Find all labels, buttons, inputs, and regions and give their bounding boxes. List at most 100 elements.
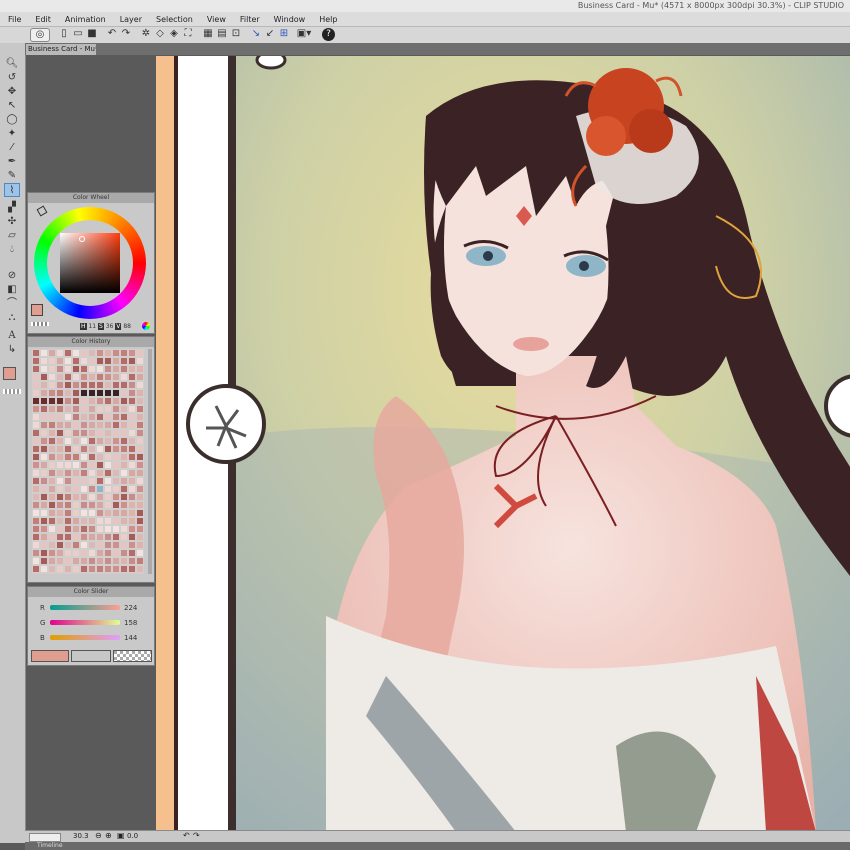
history-swatch[interactable] bbox=[80, 445, 88, 453]
history-swatch[interactable] bbox=[64, 461, 72, 469]
history-swatch[interactable] bbox=[112, 485, 120, 493]
history-swatch[interactable] bbox=[80, 421, 88, 429]
history-swatch[interactable] bbox=[96, 445, 104, 453]
history-swatch[interactable] bbox=[80, 453, 88, 461]
history-swatch[interactable] bbox=[64, 437, 72, 445]
history-swatch[interactable] bbox=[104, 485, 112, 493]
history-swatch[interactable] bbox=[104, 373, 112, 381]
history-swatch[interactable] bbox=[112, 405, 120, 413]
history-swatch[interactable] bbox=[120, 461, 128, 469]
zoom-out-icon[interactable]: ⊖ bbox=[95, 831, 102, 840]
history-swatch[interactable] bbox=[104, 493, 112, 501]
history-swatch[interactable] bbox=[136, 477, 144, 485]
history-swatch[interactable] bbox=[96, 485, 104, 493]
history-swatch[interactable] bbox=[136, 397, 144, 405]
history-swatch[interactable] bbox=[112, 445, 120, 453]
history-swatch[interactable] bbox=[40, 373, 48, 381]
history-swatch[interactable] bbox=[72, 549, 80, 557]
history-swatch[interactable] bbox=[120, 493, 128, 501]
history-swatch[interactable] bbox=[72, 493, 80, 501]
history-swatch[interactable] bbox=[64, 469, 72, 477]
history-swatch[interactable] bbox=[120, 541, 128, 549]
history-swatch[interactable] bbox=[112, 373, 120, 381]
history-swatch[interactable] bbox=[136, 421, 144, 429]
history-swatch[interactable] bbox=[136, 541, 144, 549]
history-swatch[interactable] bbox=[64, 485, 72, 493]
b-value[interactable]: 144 bbox=[124, 633, 137, 643]
history-swatch[interactable] bbox=[120, 501, 128, 509]
history-swatch[interactable] bbox=[112, 421, 120, 429]
history-swatch[interactable] bbox=[32, 509, 40, 517]
history-swatch[interactable] bbox=[72, 517, 80, 525]
history-swatch[interactable] bbox=[56, 549, 64, 557]
history-swatch[interactable] bbox=[104, 413, 112, 421]
saturation-value[interactable]: 36 bbox=[106, 323, 114, 330]
history-swatch[interactable] bbox=[72, 501, 80, 509]
history-swatch[interactable] bbox=[40, 397, 48, 405]
history-swatch[interactable] bbox=[72, 469, 80, 477]
history-swatch[interactable] bbox=[96, 541, 104, 549]
history-swatch[interactable] bbox=[32, 445, 40, 453]
history-swatch[interactable] bbox=[112, 437, 120, 445]
history-swatch[interactable] bbox=[120, 349, 128, 357]
history-swatch[interactable] bbox=[64, 397, 72, 405]
history-swatch[interactable] bbox=[32, 437, 40, 445]
brightness-value[interactable]: 88 bbox=[123, 323, 131, 330]
fill-tool-icon[interactable]: ⊘ bbox=[4, 269, 20, 283]
history-swatch[interactable] bbox=[80, 541, 88, 549]
history-swatch[interactable] bbox=[48, 413, 56, 421]
color-mode-icon[interactable] bbox=[142, 322, 150, 330]
history-swatch[interactable] bbox=[136, 445, 144, 453]
history-swatch[interactable] bbox=[112, 381, 120, 389]
history-swatch[interactable] bbox=[128, 509, 136, 517]
snap-to-grid-icon[interactable]: ⊞ bbox=[278, 28, 290, 40]
history-swatch[interactable] bbox=[48, 533, 56, 541]
history-swatch[interactable] bbox=[112, 357, 120, 365]
history-swatch[interactable] bbox=[104, 517, 112, 525]
history-swatch[interactable] bbox=[128, 517, 136, 525]
history-swatch[interactable] bbox=[104, 525, 112, 533]
history-swatch[interactable] bbox=[48, 349, 56, 357]
history-swatch[interactable] bbox=[40, 549, 48, 557]
history-swatch[interactable] bbox=[80, 429, 88, 437]
history-swatch[interactable] bbox=[80, 365, 88, 373]
history-swatch[interactable] bbox=[48, 381, 56, 389]
history-swatch[interactable] bbox=[32, 501, 40, 509]
history-swatch[interactable] bbox=[64, 517, 72, 525]
history-swatch[interactable] bbox=[72, 541, 80, 549]
zoom-tool-icon[interactable]: 🔍︎ bbox=[4, 57, 20, 71]
history-swatch[interactable] bbox=[128, 445, 136, 453]
history-swatch[interactable] bbox=[136, 453, 144, 461]
history-swatch[interactable] bbox=[48, 357, 56, 365]
history-swatch[interactable] bbox=[128, 565, 136, 573]
history-swatch[interactable] bbox=[120, 453, 128, 461]
history-swatch[interactable] bbox=[64, 477, 72, 485]
g-value[interactable]: 158 bbox=[124, 618, 137, 628]
history-swatch[interactable] bbox=[40, 381, 48, 389]
saturation-value-square[interactable] bbox=[60, 233, 120, 293]
timeline-label[interactable]: Timeline bbox=[37, 842, 63, 850]
history-swatch[interactable] bbox=[104, 437, 112, 445]
history-swatch[interactable] bbox=[96, 413, 104, 421]
history-swatch[interactable] bbox=[80, 565, 88, 573]
history-swatch[interactable] bbox=[72, 509, 80, 517]
history-swatch[interactable] bbox=[104, 501, 112, 509]
history-swatch[interactable] bbox=[88, 445, 96, 453]
history-swatch[interactable] bbox=[80, 381, 88, 389]
history-swatch[interactable] bbox=[48, 405, 56, 413]
history-swatch[interactable] bbox=[120, 517, 128, 525]
history-swatch[interactable] bbox=[120, 533, 128, 541]
r-value[interactable]: 224 bbox=[124, 603, 137, 613]
history-swatch[interactable] bbox=[32, 493, 40, 501]
history-swatch[interactable] bbox=[96, 501, 104, 509]
history-swatch[interactable] bbox=[88, 469, 96, 477]
history-swatch[interactable] bbox=[72, 477, 80, 485]
history-swatch[interactable] bbox=[72, 525, 80, 533]
history-swatch[interactable] bbox=[32, 469, 40, 477]
transparent-color-swatch[interactable] bbox=[3, 389, 21, 394]
eyedropper-tool-icon[interactable]: ⁄ bbox=[4, 141, 20, 155]
history-swatch[interactable] bbox=[64, 493, 72, 501]
g-slider[interactable] bbox=[50, 620, 120, 625]
history-swatch[interactable] bbox=[112, 549, 120, 557]
history-swatch[interactable] bbox=[64, 549, 72, 557]
